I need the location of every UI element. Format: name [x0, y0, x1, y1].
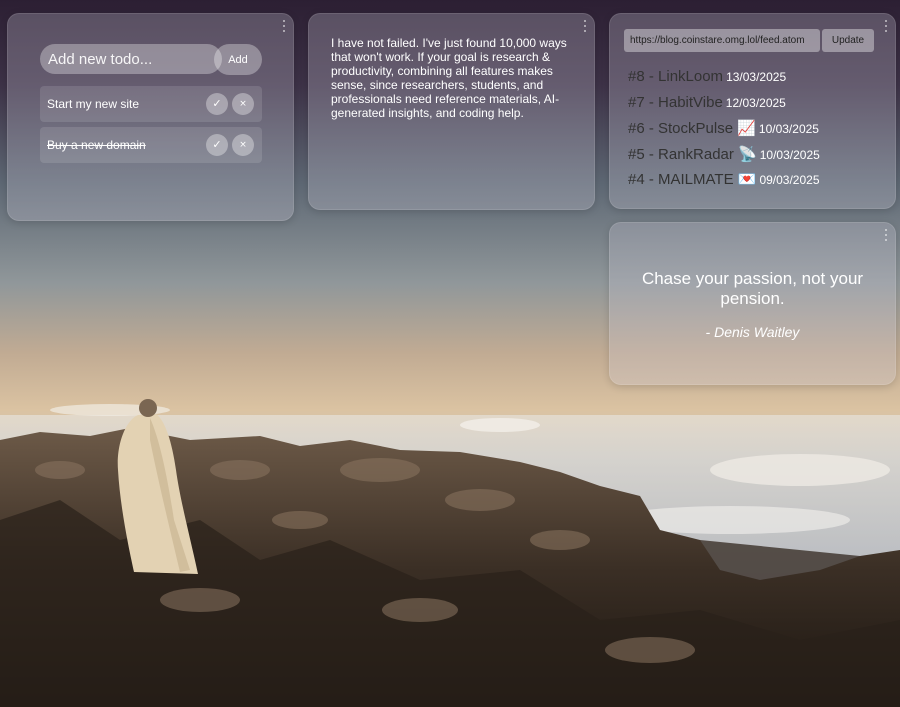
quote-text: Chase your passion, not your pension. — [641, 269, 864, 309]
todo-item-text: Buy a new domain — [47, 138, 146, 152]
quote-menu-icon[interactable] — [883, 229, 889, 241]
feed-url-input[interactable] — [624, 29, 820, 52]
feed-item-date: 13/03/2025 — [726, 70, 787, 84]
todo-item: Start my new site ✓ × — [40, 86, 262, 122]
todo-menu-icon[interactable] — [281, 20, 287, 32]
feed-item-title[interactable]: #5 - RankRadar 📡 — [628, 146, 757, 163]
feed-item[interactable]: #5 - RankRadar 📡 10/03/2025 — [628, 145, 820, 171]
update-feed-button[interactable]: Update — [822, 29, 874, 52]
quote-author: - Denis Waitley — [705, 324, 800, 340]
feed-item-title[interactable]: #8 - LinkLoom — [628, 68, 723, 85]
feed-item-title[interactable]: #6 - StockPulse 📈 — [628, 120, 756, 137]
feed-item[interactable]: #7 - HabitVibe 12/03/2025 — [628, 94, 820, 120]
close-icon[interactable]: × — [232, 93, 254, 115]
feed-item-date: 10/03/2025 — [759, 147, 820, 162]
feed-item-date: 10/03/2025 — [758, 122, 819, 136]
todo-item: Buy a new domain ✓ × — [40, 127, 262, 163]
notes-menu-icon[interactable] — [582, 20, 588, 32]
close-icon[interactable]: × — [232, 134, 254, 156]
feed-item-title[interactable]: #4 - MAILMATE 💌 — [628, 171, 756, 188]
todo-widget: Add Start my new site ✓ × Buy a new doma… — [7, 13, 294, 221]
check-icon[interactable]: ✓ — [206, 134, 228, 156]
feed-item[interactable]: #8 - LinkLoom 13/03/2025 — [628, 68, 820, 94]
quote-widget: Chase your passion, not your pension. - … — [609, 222, 896, 385]
todo-input[interactable] — [40, 44, 222, 74]
feed-menu-icon[interactable] — [883, 20, 889, 32]
notes-text[interactable]: I have not failed. I've just found 10,00… — [331, 36, 571, 120]
feed-item-date: 09/03/2025 — [759, 173, 820, 187]
todo-item-text: Start my new site — [47, 97, 140, 111]
feed-item[interactable]: #6 - StockPulse 📈 10/03/2025 — [628, 119, 820, 145]
feed-item[interactable]: #4 - MAILMATE 💌 09/03/2025 — [628, 170, 820, 196]
feed-item-title[interactable]: #7 - HabitVibe — [628, 94, 723, 111]
feed-item-date: 12/03/2025 — [725, 95, 786, 110]
feed-widget: Update #8 - LinkLoom13/03/2025 #7 - Habi… — [609, 13, 896, 209]
add-todo-button[interactable]: Add — [214, 44, 262, 75]
feed-list: #8 - LinkLoom 13/03/2025 #7 - HabitVibe 12… — [628, 68, 820, 196]
check-icon[interactable]: ✓ — [206, 93, 228, 115]
notes-widget: I have not failed. I've just found 10,00… — [308, 13, 595, 210]
